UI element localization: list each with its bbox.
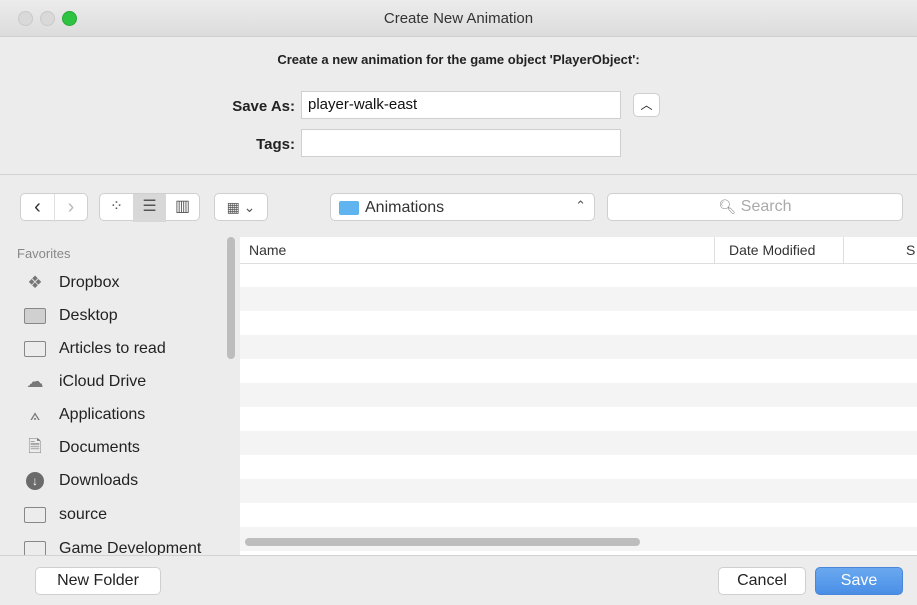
divider <box>0 174 917 175</box>
list-icon: ☰ <box>142 198 157 215</box>
sidebar-item-label: Downloads <box>59 472 139 489</box>
folder-icon <box>339 201 359 215</box>
sidebar: Favorites ❖ Dropbox Desktop Articles to … <box>0 237 240 555</box>
sidebar-item-icloud-drive[interactable]: ☁ iCloud Drive <box>24 367 224 397</box>
save-as-label: Save As: <box>232 98 295 115</box>
list-row <box>240 383 917 407</box>
icon-grid-icon: ⁘ <box>109 198 124 215</box>
list-row <box>240 479 917 503</box>
forward-button[interactable]: › <box>54 194 87 222</box>
sidebar-item-game-development[interactable]: Game Development <box>24 534 224 555</box>
sidebar-item-desktop[interactable]: Desktop <box>24 301 224 331</box>
chevron-up-icon: ︿ <box>640 98 653 112</box>
dropbox-icon: ❖ <box>27 273 43 292</box>
title-bar: Create New Animation <box>0 0 917 37</box>
sidebar-item-label: iCloud Drive <box>59 373 147 390</box>
sidebar-item-label: Desktop <box>59 307 118 324</box>
prompt-text: Create a new animation for the game obje… <box>277 52 640 67</box>
save-button[interactable]: Save <box>815 567 903 595</box>
sidebar-item-label: Applications <box>59 406 146 423</box>
sidebar-item-label: Documents <box>59 439 140 456</box>
bottom-bar: New Folder Cancel Save <box>0 555 917 605</box>
horizontal-scrollbar[interactable] <box>245 538 640 546</box>
tags-label: Tags: <box>256 136 295 153</box>
list-view-button[interactable]: ☰ <box>133 194 166 222</box>
sidebar-item-label: Articles to read <box>59 340 166 357</box>
sidebar-item-dropbox[interactable]: ❖ Dropbox <box>24 268 224 298</box>
sidebar-item-applications[interactable]: ⟑ Applications <box>24 400 224 430</box>
documents-icon: 🗎︎ <box>28 436 42 456</box>
sidebar-item-label: source <box>59 506 108 523</box>
folder-icon <box>24 340 46 358</box>
column-view-button[interactable]: ▥ <box>166 194 199 222</box>
sidebar-item-label: Game Development <box>59 540 202 555</box>
updown-chevron-icon: ⌃ <box>575 198 586 213</box>
list-row <box>240 263 917 287</box>
arrange-menu-button[interactable]: ▦ ⌄ <box>214 193 268 221</box>
list-row <box>240 335 917 359</box>
search-icon: 🔍︎ <box>718 198 737 215</box>
sidebar-heading: Favorites <box>17 246 71 261</box>
folder-icon <box>24 506 46 524</box>
tags-field[interactable] <box>301 129 621 157</box>
search-field[interactable]: 🔍︎ Search <box>607 193 903 221</box>
column-divider <box>843 237 844 263</box>
chevron-down-icon: ⌄ <box>239 199 256 215</box>
sidebar-item-downloads[interactable]: ↓ Downloads <box>24 466 224 496</box>
folder-icon <box>24 540 46 555</box>
list-row <box>240 431 917 455</box>
icon-view-button[interactable]: ⁘ <box>100 194 133 222</box>
downloads-icon: ↓ <box>24 472 46 490</box>
search-placeholder: Search <box>740 198 792 215</box>
sidebar-item-label: Dropbox <box>59 274 120 291</box>
location-popup[interactable]: Animations ⌃ <box>330 193 595 221</box>
sidebar-item-articles-to-read[interactable]: Articles to read <box>24 334 224 364</box>
sidebar-item-documents[interactable]: 🗎︎ Documents <box>24 433 224 463</box>
column-header-name[interactable]: Name <box>249 242 286 258</box>
desktop-icon <box>24 307 46 325</box>
cloud-icon: ☁ <box>26 372 44 391</box>
create-animation-dialog: Create New Animation Create a new animat… <box>0 0 917 605</box>
sidebar-scrollbar[interactable] <box>227 237 235 359</box>
view-mode-control: ⁘ ☰ ▥ <box>99 193 200 222</box>
column-header-date-modified[interactable]: Date Modified <box>729 242 815 258</box>
column-divider <box>714 237 715 263</box>
back-button[interactable]: ‹ <box>21 194 54 222</box>
window-title: Create New Animation <box>383 10 534 27</box>
new-folder-button[interactable]: New Folder <box>35 567 161 595</box>
expand-dialog-button[interactable]: ︿ <box>633 93 660 117</box>
save-as-field[interactable]: player-walk-east <box>301 91 621 119</box>
applications-icon: ⟑ <box>29 405 41 424</box>
list-row <box>240 287 917 311</box>
sidebar-item-source[interactable]: source <box>24 500 224 530</box>
list-header: Name Date Modified S <box>240 237 917 264</box>
column-header-size[interactable]: S <box>906 242 915 258</box>
back-forward-control: ‹ › <box>20 193 88 222</box>
columns-icon: ▥ <box>174 198 191 215</box>
location-label: Animations <box>365 199 445 216</box>
cancel-button[interactable]: Cancel <box>718 567 806 595</box>
arrange-icon: ▦ <box>226 199 240 215</box>
file-list: Name Date Modified S <box>240 237 917 555</box>
